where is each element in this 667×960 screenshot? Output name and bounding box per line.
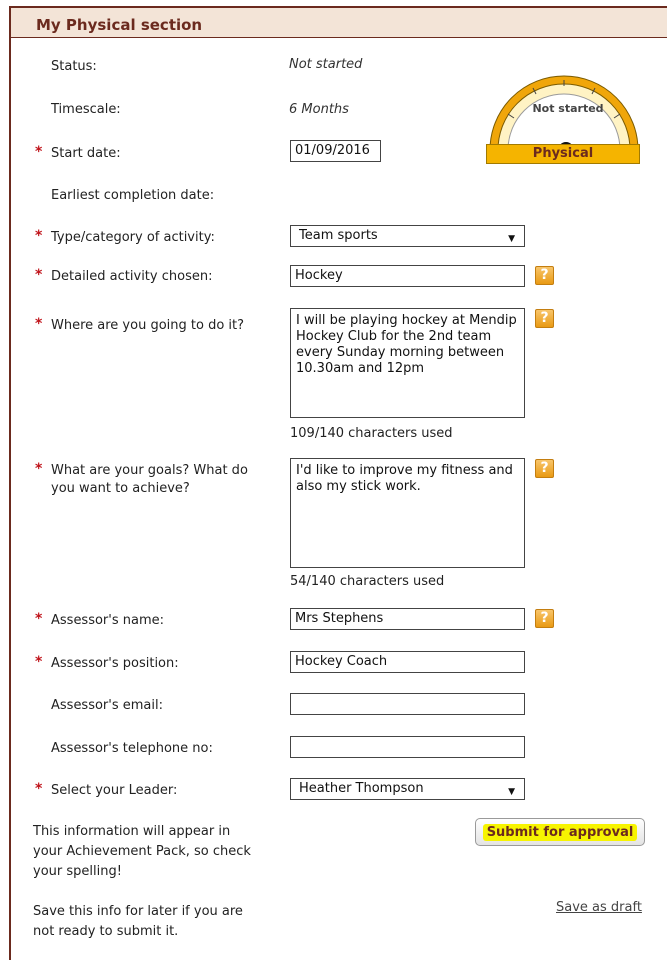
status-value: Not started [289, 57, 363, 72]
required-marker: * [35, 461, 43, 477]
required-marker: * [35, 316, 43, 332]
required-marker: * [35, 611, 43, 627]
assessor-phone-label: Assessor's telephone no: [51, 741, 213, 756]
assessor-position-label: Assessor's position: [51, 656, 179, 671]
spelling-note-line2: your Achievement Pack, so check [33, 844, 251, 859]
dropdown-arrow-icon: ▼ [508, 234, 515, 244]
spelling-note: This information will appear in your Ach… [33, 822, 273, 882]
start-date-label: Start date: [51, 146, 121, 161]
draft-note-line2: not ready to submit it. [33, 924, 179, 939]
goals-label-line2: you want to achieve? [51, 481, 190, 496]
required-marker: * [35, 781, 43, 797]
required-marker: * [35, 144, 43, 160]
leader-select[interactable]: Heather Thompson ▼ [290, 778, 525, 800]
assessor-phone-field[interactable] [290, 736, 525, 758]
draft-note: Save this info for later if you are not … [33, 902, 273, 942]
start-date-field[interactable]: 01/09/2016 [290, 140, 381, 162]
submit-for-approval-button[interactable]: Submit for approval [475, 818, 645, 846]
timescale-value: 6 Months [289, 102, 349, 117]
assessor-position-field[interactable]: Hockey Coach [290, 651, 525, 673]
spelling-note-line3: your spelling! [33, 864, 122, 879]
goals-textarea[interactable]: I'd like to improve my fitness and also … [290, 458, 525, 568]
assessor-name-label: Assessor's name: [51, 613, 165, 628]
required-marker: * [35, 228, 43, 244]
gauge-status-text: Not started [532, 102, 603, 115]
goals-char-counter: 54/140 characters used [290, 574, 445, 589]
submit-button-label: Submit for approval [482, 823, 638, 841]
section-title: My Physical section [36, 16, 203, 34]
where-label: Where are you going to do it? [51, 318, 245, 333]
gauge-name-label: Physical [486, 144, 640, 164]
where-char-counter: 109/140 characters used [290, 426, 453, 441]
assessor-email-field[interactable] [290, 693, 525, 715]
activity-type-value: Team sports [299, 228, 378, 243]
section-header: My Physical section [11, 8, 667, 38]
status-label: Status: [51, 59, 97, 74]
required-marker: * [35, 267, 43, 283]
earliest-completion-label: Earliest completion date: [51, 188, 215, 203]
leader-value: Heather Thompson [299, 781, 424, 796]
activity-type-label: Type/category of activity: [51, 230, 215, 245]
activity-detail-label: Detailed activity chosen: [51, 269, 213, 284]
draft-note-line1: Save this info for later if you are [33, 904, 243, 919]
help-icon[interactable]: ? [535, 459, 554, 478]
goals-label-line1: What are your goals? What do [51, 463, 248, 478]
spelling-note-line1: This information will appear in [33, 824, 231, 839]
activity-detail-field[interactable]: Hockey [290, 265, 525, 287]
assessor-name-field[interactable]: Mrs Stephens [290, 608, 525, 630]
help-icon[interactable]: ? [535, 309, 554, 328]
required-marker: * [35, 654, 43, 670]
where-textarea[interactable]: I will be playing hockey at Mendip Hocke… [290, 308, 525, 418]
leader-label: Select your Leader: [51, 783, 178, 798]
timescale-label: Timescale: [51, 102, 121, 117]
assessor-email-label: Assessor's email: [51, 698, 163, 713]
dropdown-arrow-icon: ▼ [508, 787, 515, 797]
help-icon[interactable]: ? [535, 609, 554, 628]
activity-type-select[interactable]: Team sports ▼ [290, 225, 525, 247]
help-icon[interactable]: ? [535, 266, 554, 285]
save-as-draft-link[interactable]: Save as draft [556, 900, 642, 915]
